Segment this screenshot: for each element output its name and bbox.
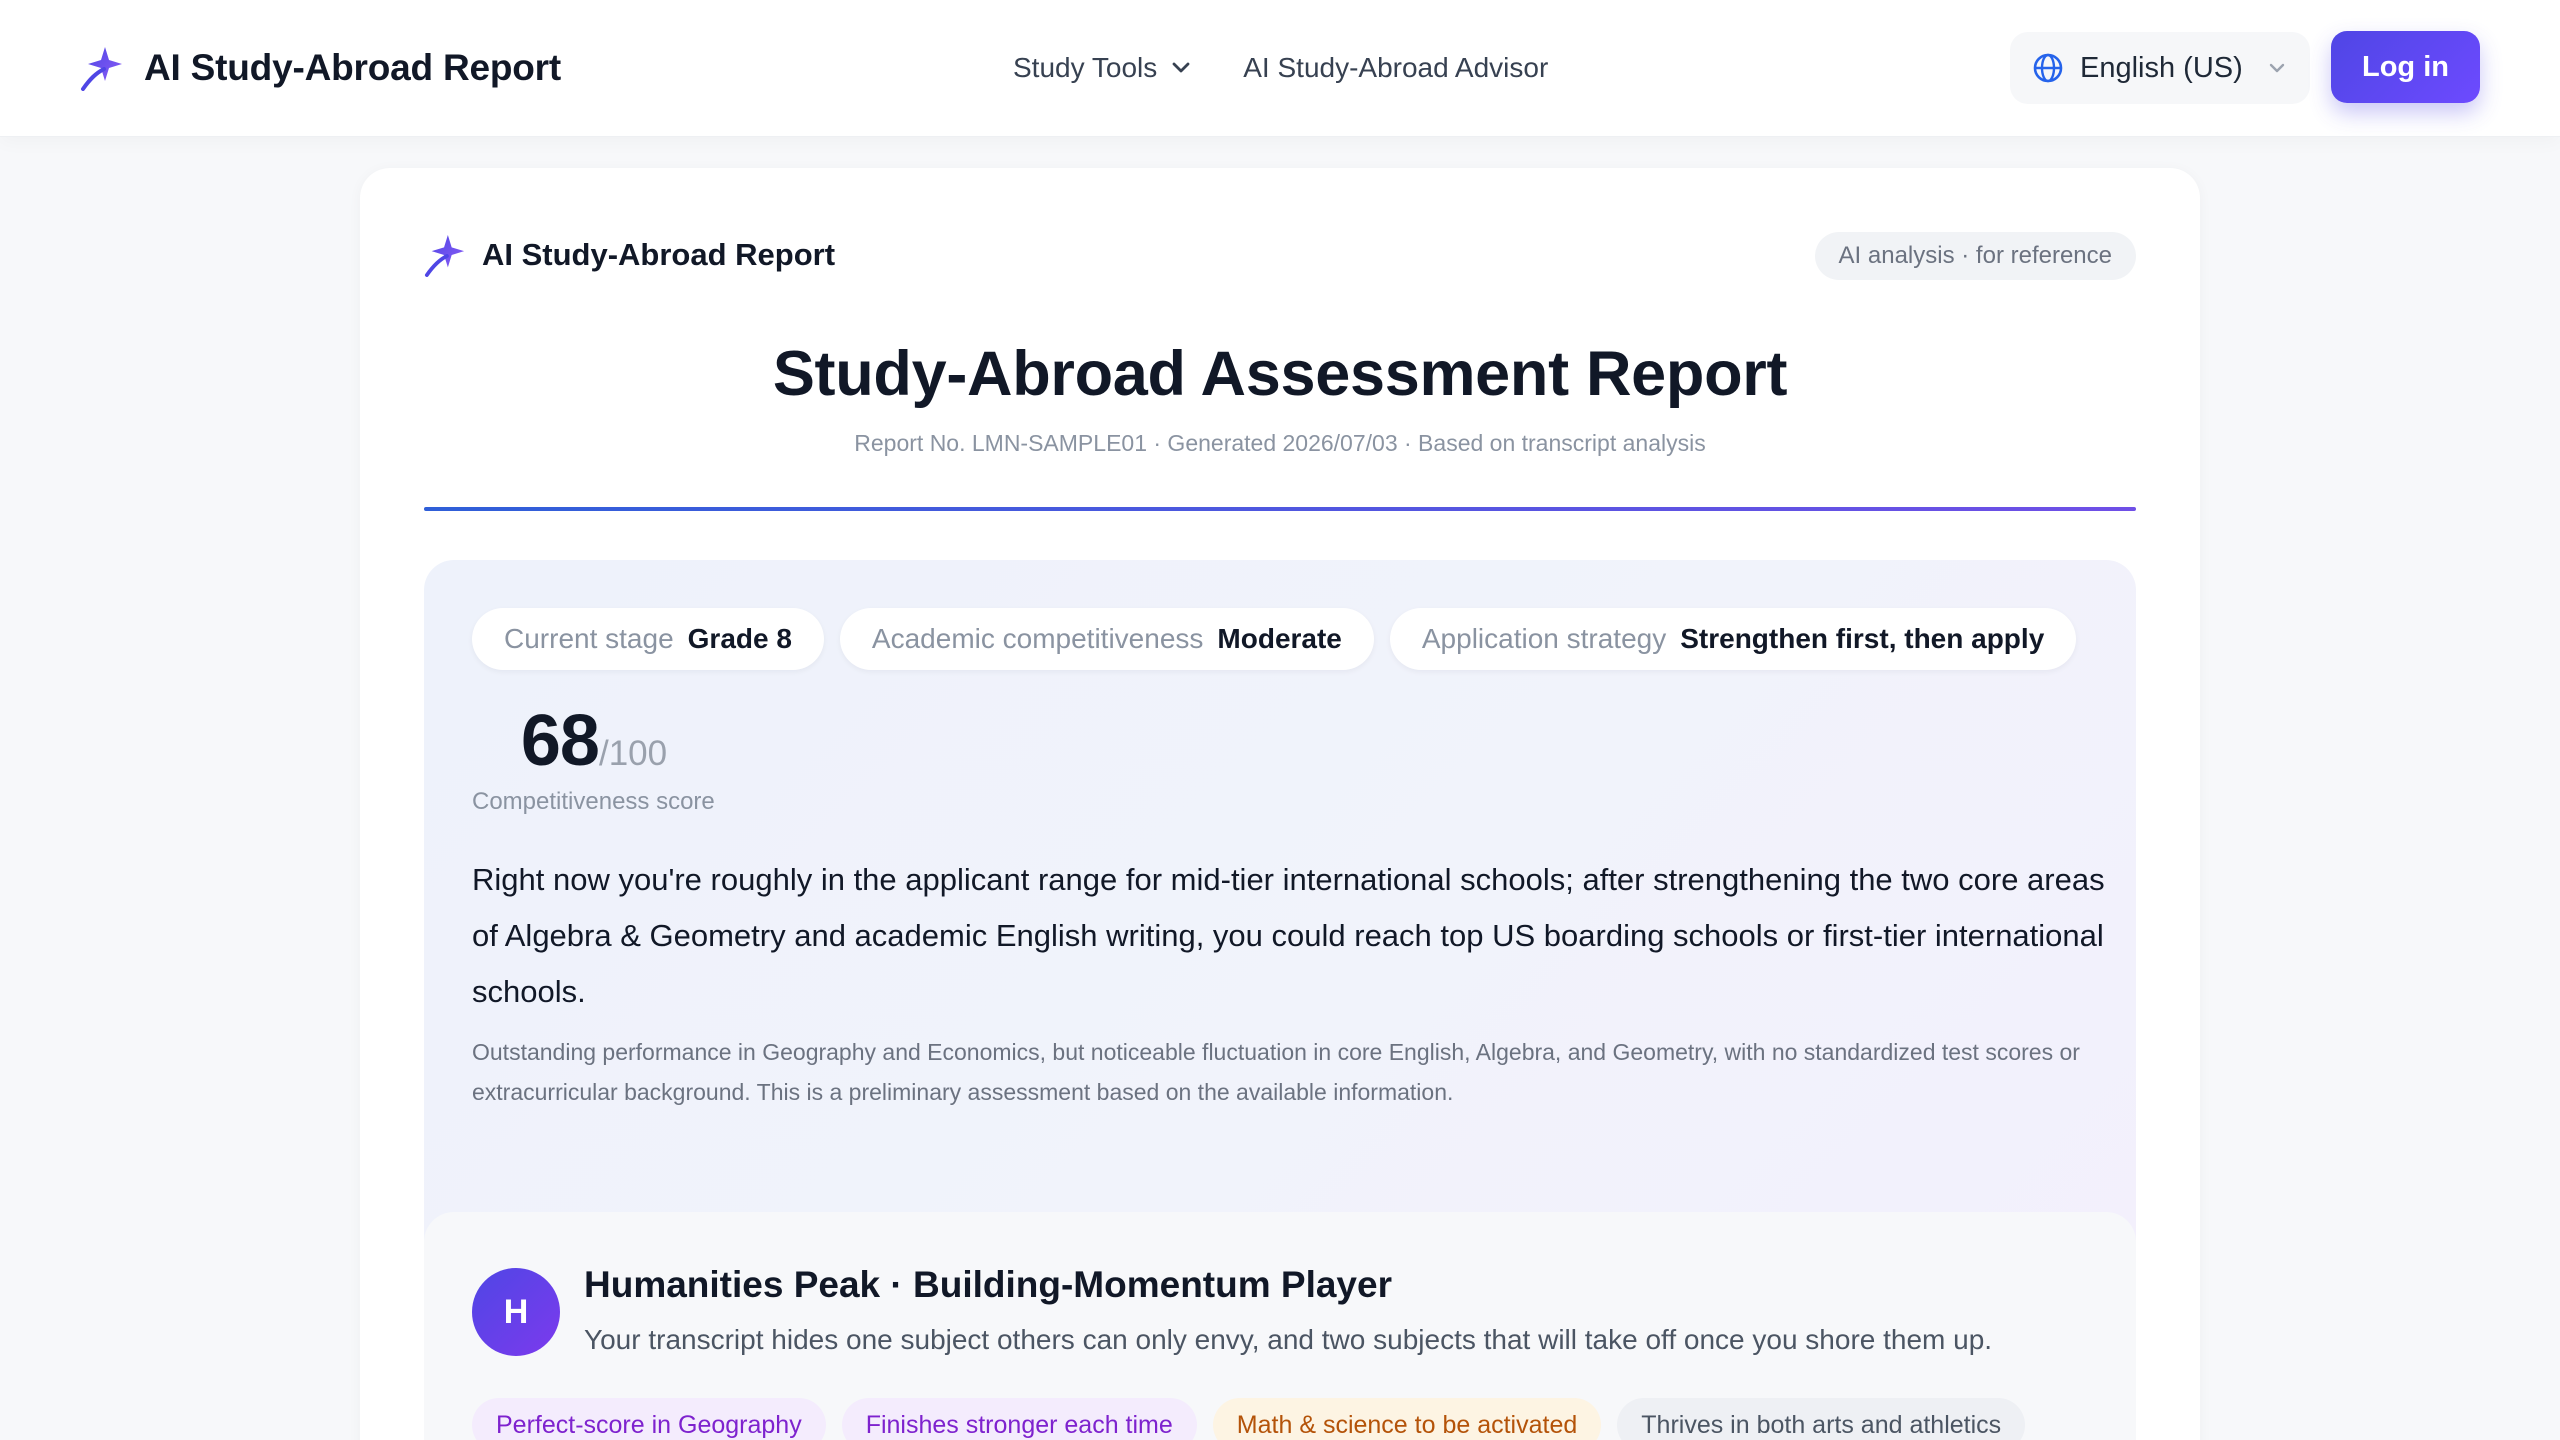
chip-value: Moderate <box>1217 623 1342 654</box>
brand-title: AI Study-Abroad Report <box>144 47 561 88</box>
report-card: AI Study-Abroad Report AI analysis · for… <box>360 168 2200 1440</box>
nav-ai-advisor[interactable]: AI Study-Abroad Advisor <box>1243 52 1548 84</box>
competitiveness-score: 68/100 <box>472 700 716 782</box>
chip-label: Application strategy <box>1421 623 1667 654</box>
chip-label: Current stage <box>504 623 674 654</box>
report-meta: Report No. LMN-SAMPLE01 · Generated 2026… <box>854 430 1706 456</box>
score-label: Competitiveness score <box>472 788 715 815</box>
avatar: H <box>472 1268 560 1356</box>
summary-chips: Current stage Grade 8 Academic competiti… <box>472 608 2077 670</box>
report-brand-title: AI Study-Abroad Report <box>482 237 836 272</box>
score-value: 68 <box>520 701 600 781</box>
reference-badge: AI analysis · for reference <box>1814 232 2136 280</box>
tag: Math & science to be activated <box>1212 1398 1602 1440</box>
summary-main-text: Right now you're roughly in the applican… <box>472 862 2105 1009</box>
chevron-down-icon <box>2269 63 2284 73</box>
chip-value: Grade 8 <box>687 623 792 654</box>
nav-study-tools-label: Study Tools <box>1013 52 1158 83</box>
chevron-down-icon <box>1172 62 1190 73</box>
tag: Perfect-score in Geography <box>472 1398 826 1440</box>
report-brand: AI Study-Abroad Report <box>424 230 835 280</box>
nav-ai-advisor-label: AI Study-Abroad Advisor <box>1243 52 1549 83</box>
nav-study-tools[interactable]: Study Tools <box>1013 52 1191 84</box>
profile-title: Humanities Peak · Building-Momentum Play… <box>584 1264 1392 1305</box>
brand-logo-link[interactable]: AI Study-Abroad Report <box>80 40 561 96</box>
profile-description: Your transcript hides one subject others… <box>584 1324 1993 1355</box>
tag: Thrives in both arts and athletics <box>1617 1398 2026 1440</box>
profile-tags: Perfect-score in Geography Finishes stro… <box>472 1398 2026 1440</box>
chip-academic-competitiveness: Academic competitiveness Moderate <box>839 608 1374 670</box>
chip-value: Strengthen first, then apply <box>1680 623 2045 654</box>
chip-current-stage: Current stage Grade 8 <box>472 608 824 670</box>
sparkle-logo-icon <box>81 47 122 91</box>
tag: Finishes stronger each time <box>841 1398 1197 1440</box>
language-selector[interactable]: English (US) <box>2010 32 2310 104</box>
sparkle-logo-icon <box>424 234 465 277</box>
title-divider <box>424 507 2136 511</box>
globe-icon <box>2033 53 2063 83</box>
score-max: /100 <box>598 734 668 773</box>
language-label: English (US) <box>2080 51 2243 84</box>
top-navbar: AI Study-Abroad Report Study Tools AI St… <box>0 0 2560 136</box>
login-button[interactable]: Log in <box>2331 31 2480 103</box>
report-title: Study-Abroad Assessment Report <box>772 339 1788 409</box>
main-nav: Study Tools AI Study-Abroad Advisor <box>1013 40 1548 96</box>
summary-sub-text: Outstanding performance in Geography and… <box>472 1039 2080 1105</box>
chip-application-strategy: Application strategy Strengthen first, t… <box>1389 608 2077 670</box>
chip-label: Academic competitiveness <box>871 623 1204 654</box>
profile-panel: H Humanities Peak · Building-Momentum Pl… <box>424 1212 2136 1440</box>
